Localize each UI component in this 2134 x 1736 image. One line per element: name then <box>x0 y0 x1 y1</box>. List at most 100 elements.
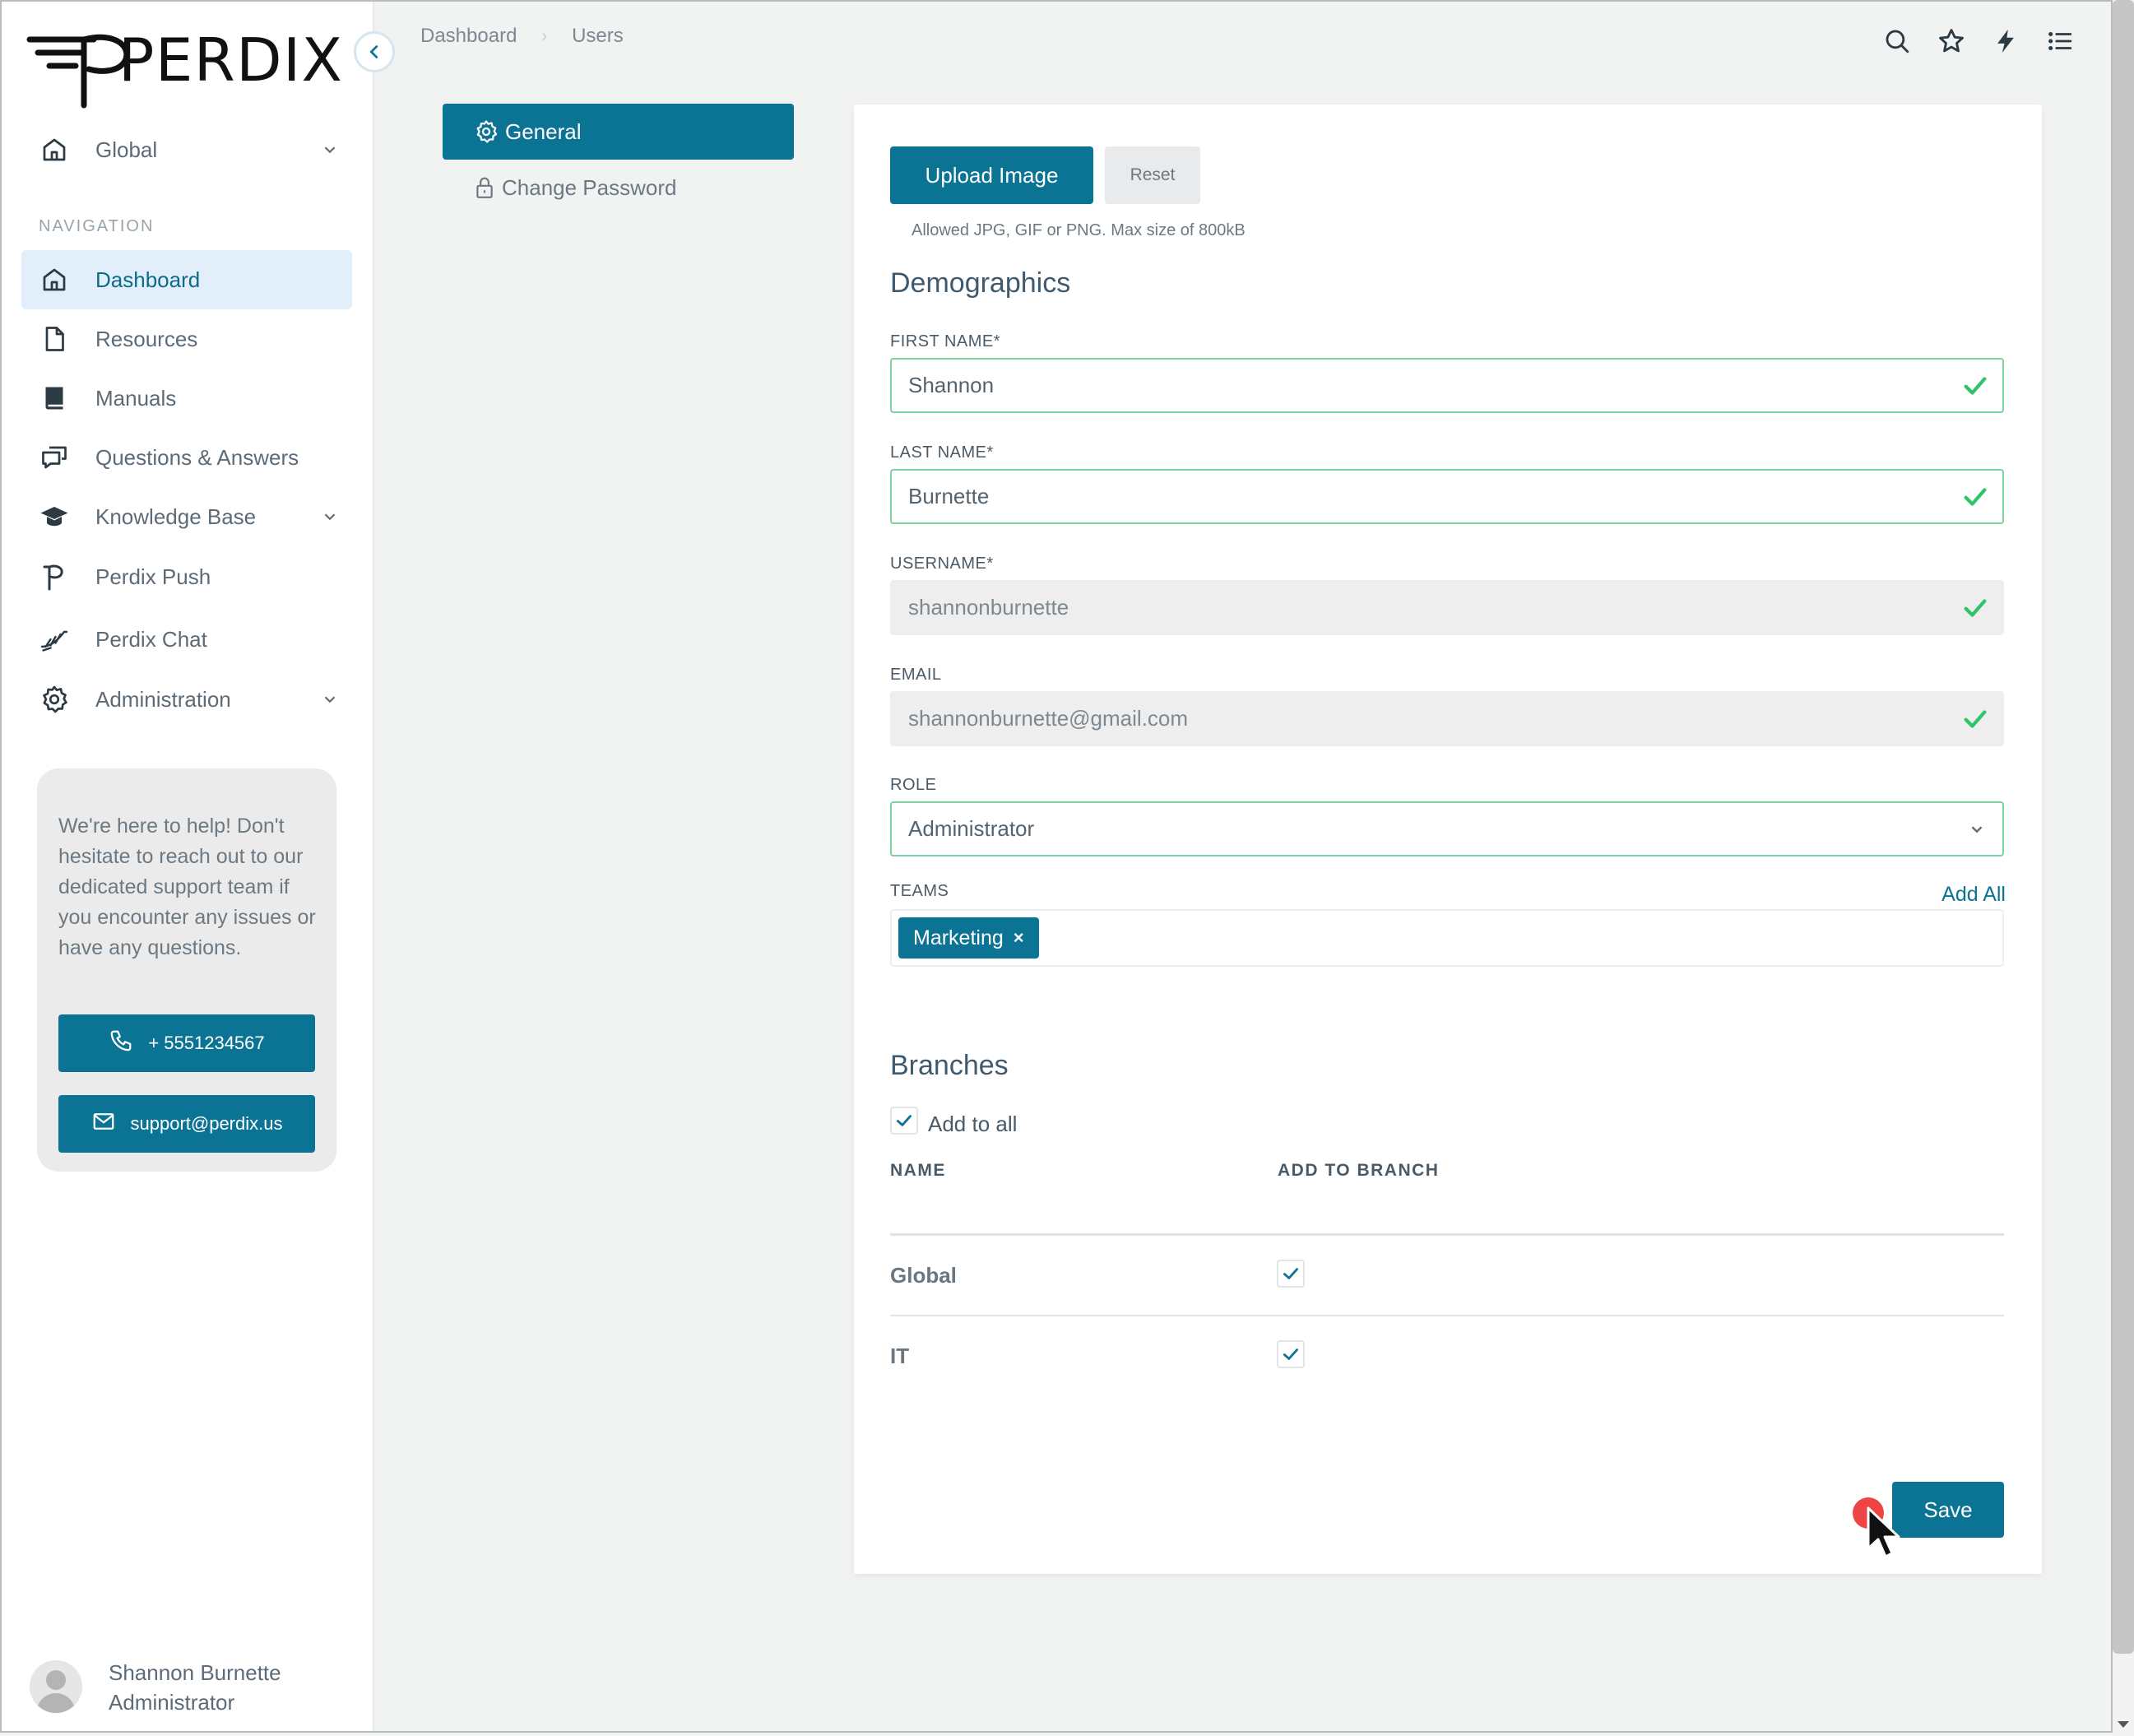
sidebar-item-resources[interactable]: Resources <box>21 309 352 369</box>
valid-check-icon <box>1961 594 1989 622</box>
last-name-value: Burnette <box>908 484 990 508</box>
profile-form-card: Upload Image Reset Allowed JPG, GIF or P… <box>854 104 2042 1574</box>
chevron-down-icon <box>321 141 339 159</box>
breadcrumb-dashboard[interactable]: Dashboard <box>420 25 517 48</box>
branches-title: Branches <box>890 1050 1009 1081</box>
workspace-selector[interactable]: Global <box>21 120 352 179</box>
file-icon <box>39 324 69 354</box>
table-header-add-to-branch: ADD TO BRANCH <box>1278 1161 1440 1180</box>
sidebar-item-label: Manuals <box>95 385 177 411</box>
table-row-branch-name: IT <box>890 1344 910 1368</box>
sidebar-item-label: Dashboard <box>95 267 201 292</box>
teams-input[interactable]: Marketing × <box>890 909 2004 967</box>
team-tag-label: Marketing <box>913 926 1004 949</box>
last-name-field[interactable]: Burnette <box>890 469 2004 524</box>
demographics-title: Demographics <box>890 267 1071 299</box>
checkmark-icon <box>1280 1263 1301 1284</box>
support-card: We're here to help! Don't hesitate to re… <box>37 768 336 1172</box>
teams-label: TEAMS <box>890 882 949 900</box>
first-name-label: FIRST NAME* <box>890 332 1001 350</box>
first-name-value: Shannon <box>908 373 995 397</box>
support-email-label: support@perdix.us <box>130 1113 283 1134</box>
user-name: Shannon Burnette <box>109 1660 281 1685</box>
sidebar-item-dashboard[interactable]: Dashboard <box>21 250 352 309</box>
sidebar-item-label: Knowledge Base <box>95 504 257 529</box>
tab-general-label: General <box>505 118 582 144</box>
user-role: Administrator <box>109 1690 235 1715</box>
chat-icon <box>39 443 69 472</box>
role-label: ROLE <box>890 776 937 794</box>
support-phone-button[interactable]: + 5551234567 <box>58 1014 315 1072</box>
add-to-all-label: Add to all <box>928 1112 1018 1136</box>
role-value: Administrator <box>908 816 1035 841</box>
sidebar-item-administration[interactable]: Administration <box>21 670 352 729</box>
lock-icon <box>443 176 502 199</box>
add-all-teams-link[interactable]: Add All <box>1941 883 2006 907</box>
sidebar-item-label: Questions & Answers <box>95 444 299 470</box>
search-icon[interactable] <box>1881 25 1914 58</box>
upload-image-button[interactable]: Upload Image <box>890 146 1093 204</box>
sidebar-item-label: Resources <box>95 326 198 351</box>
sidebar-item-manuals[interactable]: Manuals <box>21 369 352 428</box>
team-tag: Marketing × <box>898 917 1039 959</box>
book-icon <box>39 383 69 413</box>
sidebar-item-perdix-chat[interactable]: Perdix Chat <box>21 610 352 669</box>
branch-it-checkbox[interactable] <box>1277 1340 1305 1368</box>
branch-global-checkbox[interactable] <box>1277 1260 1305 1288</box>
page: PERDIX Global NAVIGATION Dashboard Resou <box>0 0 2134 1736</box>
tab-change-password[interactable]: Change Password <box>443 160 794 216</box>
table-row-divider <box>890 1315 2004 1316</box>
gear-icon <box>39 685 69 714</box>
add-to-all-checkbox[interactable] <box>890 1107 918 1135</box>
valid-check-icon <box>1961 483 1989 511</box>
workspace-selector-label: Global <box>95 137 158 162</box>
sidebar-item-label: Perdix Push <box>95 564 211 589</box>
collapse-sidebar-button[interactable] <box>354 31 395 72</box>
table-header-divider <box>890 1233 2004 1236</box>
checkmark-icon <box>893 1110 915 1131</box>
breadcrumb-users[interactable]: Users <box>572 25 624 48</box>
sidebar-item-questions-answers[interactable]: Questions & Answers <box>21 428 352 487</box>
chevron-left-icon <box>365 43 383 61</box>
perdix-logo[interactable]: PERDIX <box>26 23 347 109</box>
tab-general[interactable]: General <box>443 104 794 160</box>
last-name-label: LAST NAME* <box>890 443 994 462</box>
email-label: EMAIL <box>890 666 942 684</box>
home-icon <box>39 135 69 165</box>
support-email-button[interactable]: support@perdix.us <box>58 1095 315 1153</box>
nav-section-heading: NAVIGATION <box>39 217 155 235</box>
sidebar-item-label: Perdix Chat <box>95 626 207 652</box>
username-value: shannonburnette <box>908 595 1069 620</box>
email-field: shannonburnette@gmail.com <box>890 691 2004 746</box>
list-icon[interactable] <box>2044 25 2076 58</box>
scrollbar-thumb[interactable] <box>2113 0 2134 1654</box>
table-header-name: NAME <box>890 1161 946 1180</box>
breadcrumb: Dashboard › Users <box>420 25 624 48</box>
chevron-down-icon <box>321 690 339 708</box>
sidebar-item-label: Administration <box>95 686 231 712</box>
envelope-icon <box>91 1109 131 1139</box>
lightning-icon[interactable] <box>1989 25 2022 58</box>
chevron-down-icon <box>1968 820 1986 838</box>
reset-button[interactable]: Reset <box>1105 146 1200 204</box>
first-name-field[interactable]: Shannon <box>890 358 2004 413</box>
tab-change-password-label: Change Password <box>502 174 677 200</box>
checkmark-icon <box>1280 1344 1301 1365</box>
sidebar: PERDIX Global NAVIGATION Dashboard Resou <box>0 0 374 1733</box>
chevron-down-icon <box>321 508 339 526</box>
scroll-down-arrow-icon[interactable] <box>2118 1721 2129 1728</box>
current-user[interactable]: Shannon Burnette Administrator <box>30 1655 359 1718</box>
toolbar <box>1881 25 2098 58</box>
sidebar-item-perdix-push[interactable]: Perdix Push <box>21 547 352 606</box>
gear-icon <box>443 119 505 144</box>
valid-check-icon <box>1961 372 1989 400</box>
save-button[interactable]: Save <box>1892 1482 2004 1538</box>
role-select[interactable]: Administrator <box>890 801 2004 856</box>
remove-tag-icon[interactable]: × <box>1014 927 1024 949</box>
breadcrumb-separator: › <box>541 26 548 45</box>
sidebar-item-knowledge-base[interactable]: Knowledge Base <box>21 487 352 546</box>
star-icon[interactable] <box>1935 25 1968 58</box>
phone-icon <box>109 1028 148 1058</box>
bird-icon <box>39 624 69 654</box>
home-icon <box>39 265 69 295</box>
